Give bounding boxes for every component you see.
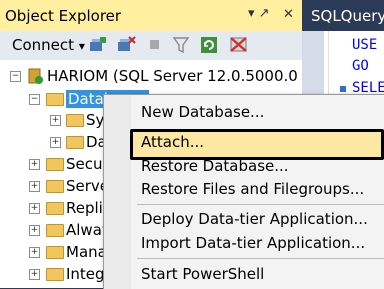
- collapse-icon[interactable]: −: [29, 94, 40, 105]
- menu-item-restore-database[interactable]: Restore Database...: [141, 157, 289, 175]
- menu-item-attach[interactable]: Attach...: [141, 133, 204, 151]
- code-line: USE: [352, 37, 378, 53]
- menu-icon-strip: [104, 95, 131, 289]
- close-icon[interactable]: ✕: [283, 7, 294, 22]
- expand-icon[interactable]: +: [50, 137, 61, 148]
- panel-title: Object Explorer: [5, 7, 122, 25]
- folder-icon: [46, 180, 64, 193]
- expand-icon[interactable]: +: [29, 203, 40, 214]
- activity-monitor-icon[interactable]: [228, 35, 250, 55]
- menu-item-import-data-tier[interactable]: Import Data-tier Application...: [141, 234, 365, 252]
- disconnect-server-icon[interactable]: [116, 36, 136, 54]
- tree-node-always-on[interactable]: + Alway: [0, 220, 111, 240]
- expand-icon[interactable]: +: [29, 247, 40, 258]
- tree-node-database[interactable]: + Da: [0, 132, 110, 152]
- tree-node-system-databases[interactable]: + Sys: [0, 110, 112, 130]
- folder-icon: [46, 93, 64, 106]
- chevron-down-icon: ▾: [78, 39, 85, 53]
- context-menu: New Database... Attach... Restore Databa…: [103, 94, 384, 289]
- connect-button[interactable]: Connect ▾: [12, 36, 85, 54]
- query-tab[interactable]: SQLQuery4: [302, 0, 384, 31]
- object-explorer-toolbar: Connect ▾: [0, 31, 302, 60]
- expand-icon[interactable]: +: [29, 225, 40, 236]
- pin-icon[interactable]: ▾ ↗: [248, 6, 270, 21]
- collapse-icon[interactable]: −: [10, 71, 21, 82]
- code-line: GO: [352, 58, 369, 74]
- refresh-icon[interactable]: [200, 36, 218, 54]
- folder-icon: [46, 246, 64, 259]
- menu-separator: [137, 204, 384, 205]
- folder-icon: [66, 114, 84, 127]
- tree-node-security[interactable]: + Secur: [0, 154, 110, 174]
- connect-server-icon[interactable]: [88, 36, 108, 54]
- tree-node-integration-services[interactable]: + Integr: [0, 264, 111, 284]
- tree-label: Mana: [66, 243, 107, 261]
- connect-label: Connect: [12, 36, 75, 54]
- tree-node-replication[interactable]: + Replic: [0, 198, 111, 218]
- stop-icon[interactable]: [147, 37, 161, 51]
- object-explorer-title-bar: Object Explorer ▾ ↗ ✕: [0, 0, 302, 31]
- folder-icon: [46, 202, 64, 215]
- expand-icon[interactable]: +: [29, 159, 40, 170]
- server-label: HARIOM (SQL Server 12.0.5000.0 - HA: [47, 67, 335, 85]
- folder-icon: [66, 136, 84, 149]
- menu-item-deploy-data-tier[interactable]: Deploy Data-tier Application...: [141, 210, 368, 228]
- expand-icon[interactable]: +: [29, 269, 40, 280]
- expand-icon[interactable]: +: [50, 115, 61, 126]
- filter-icon[interactable]: [172, 36, 190, 54]
- bookmark-icon: [340, 86, 346, 92]
- menu-item-restore-files[interactable]: Restore Files and Filegroups...: [141, 180, 364, 198]
- tree-node-server-objects[interactable]: + Serve: [0, 176, 110, 196]
- menu-item-start-powershell[interactable]: Start PowerShell: [141, 265, 264, 283]
- folder-icon: [46, 158, 64, 171]
- folder-icon: [46, 224, 64, 237]
- folder-icon: [46, 268, 64, 281]
- tree-node-server[interactable]: − HARIOM (SQL Server 12.0.5000.0 - HA: [0, 66, 334, 86]
- tab-label: SQLQuery4: [311, 7, 384, 25]
- expand-icon[interactable]: +: [29, 181, 40, 192]
- menu-separator: [137, 258, 384, 259]
- server-icon: [28, 68, 43, 84]
- tree-node-management[interactable]: + Mana: [0, 242, 110, 262]
- menu-item-new-database[interactable]: New Database...: [141, 103, 264, 121]
